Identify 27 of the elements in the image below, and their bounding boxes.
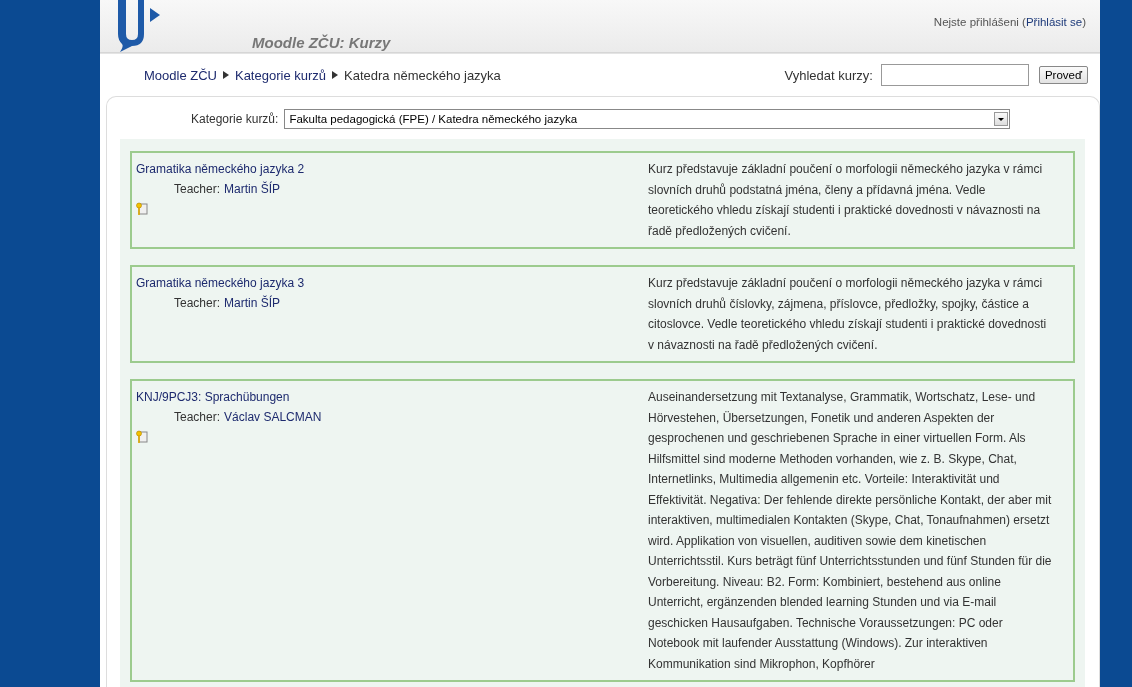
search-button[interactable]: Proveď [1038,66,1088,84]
course-link[interactable]: Gramatika německého jazyka 3 [136,273,305,293]
category-label: Kategorie kurzů: [191,112,279,126]
course-link[interactable]: Gramatika německého jazyka 2 [136,159,305,179]
login-link[interactable]: Přihlásit se [1025,16,1083,28]
logo-icon [116,0,162,52]
course-summary: Auseinandersetzung mit Textanalyse, Grammatik, Wortschatz, Lese- und Hörvestehen, Übersetzungen, Fonetik und anderen Aspekten der gesprochenen und geschriebenen Sprache in einer virtuellen Form. Als Hilfsmittel sind moderne Methoden vorhanden, wie z. B. Skype, Chat, Internetlinks, Multimedia allgemenin etc. Vorteile: Interaktivität und Effektivität. Negativa: Der fehlende direkte persönliche Kontakt, der aber mit interaktiven, multimedialen Kontakten (Skype, Chat, Tonaufnahmen) ersetzt wird. Applikation von visuellen, auditiven sowie dem kinetischen Unterrichtsstil. Kurs beträgt fünf Unterrichtsstunden und fünf Stunden für die Vorbereitung. Niveau: B2. Form: Kombiniert, bestehend aus online Unterricht, ergänzenden blended learning Stunden und via E-mail geschicken Hausaufgaben. Technische Voraussetzungen: PC oder Notebook mit laufender Ausstattung (Windows). Zur interaktiven Kommunikation sind Mikrophon, Kopfhörer [648,389,1053,673]
login-status: Nejste přihlášeni ( [933,16,1026,28]
teacher-link[interactable]: Václav SALCMAN [224,407,322,427]
course-summary: Kurz představuje základní poučení o morfologii německého jazyka v rámci slovních druhů podstatná jména, členy a přídavná jména. Vedle teoretického vhledu získají studenti i praktické dovednosti v návaznosti na řadě předložených cvičení. [648,161,1044,240]
login-status-end: ) [1082,16,1086,28]
teacher-link[interactable]: Martin ŠÍP [224,293,281,313]
search-field[interactable] [880,64,1029,86]
teacher-label: Teacher: [174,181,221,198]
breadcrumb-current: Katedra německého jazyka [344,67,501,83]
breadcrumb-separator-icon [332,71,339,79]
breadcrumb-link[interactable]: Moodle ZČU [144,67,217,83]
site-title: Moodle ZČU: Kurzy [252,34,391,51]
teacher-link[interactable]: Martin ŠÍP [224,179,281,199]
category-dropdown[interactable]: Fakulta pedagogická (FPE) / Katedra německého jazyka [284,109,1011,129]
search-label: Vyhledat kurzy: [784,67,873,83]
teacher-label: Teacher: [174,295,221,312]
breadcrumb-separator-icon [222,71,229,79]
teacher-label: Teacher: [174,409,221,426]
course-link[interactable]: KNJ/9PCJ3: Sprachübungen [136,387,290,407]
course-summary: Kurz představuje základní poučení o morfologii německého jazyka v rámci slovních druhů číslovky, zájmena, příslovce, předložky, spojky, částice a citoslovce. Vedle teoretického vhledu získají studenti i praktické dovednosti v návaznosti na řadě předložených cvičení. [648,275,1048,354]
breadcrumb-link[interactable]: Kategorie kurzů [234,67,327,83]
